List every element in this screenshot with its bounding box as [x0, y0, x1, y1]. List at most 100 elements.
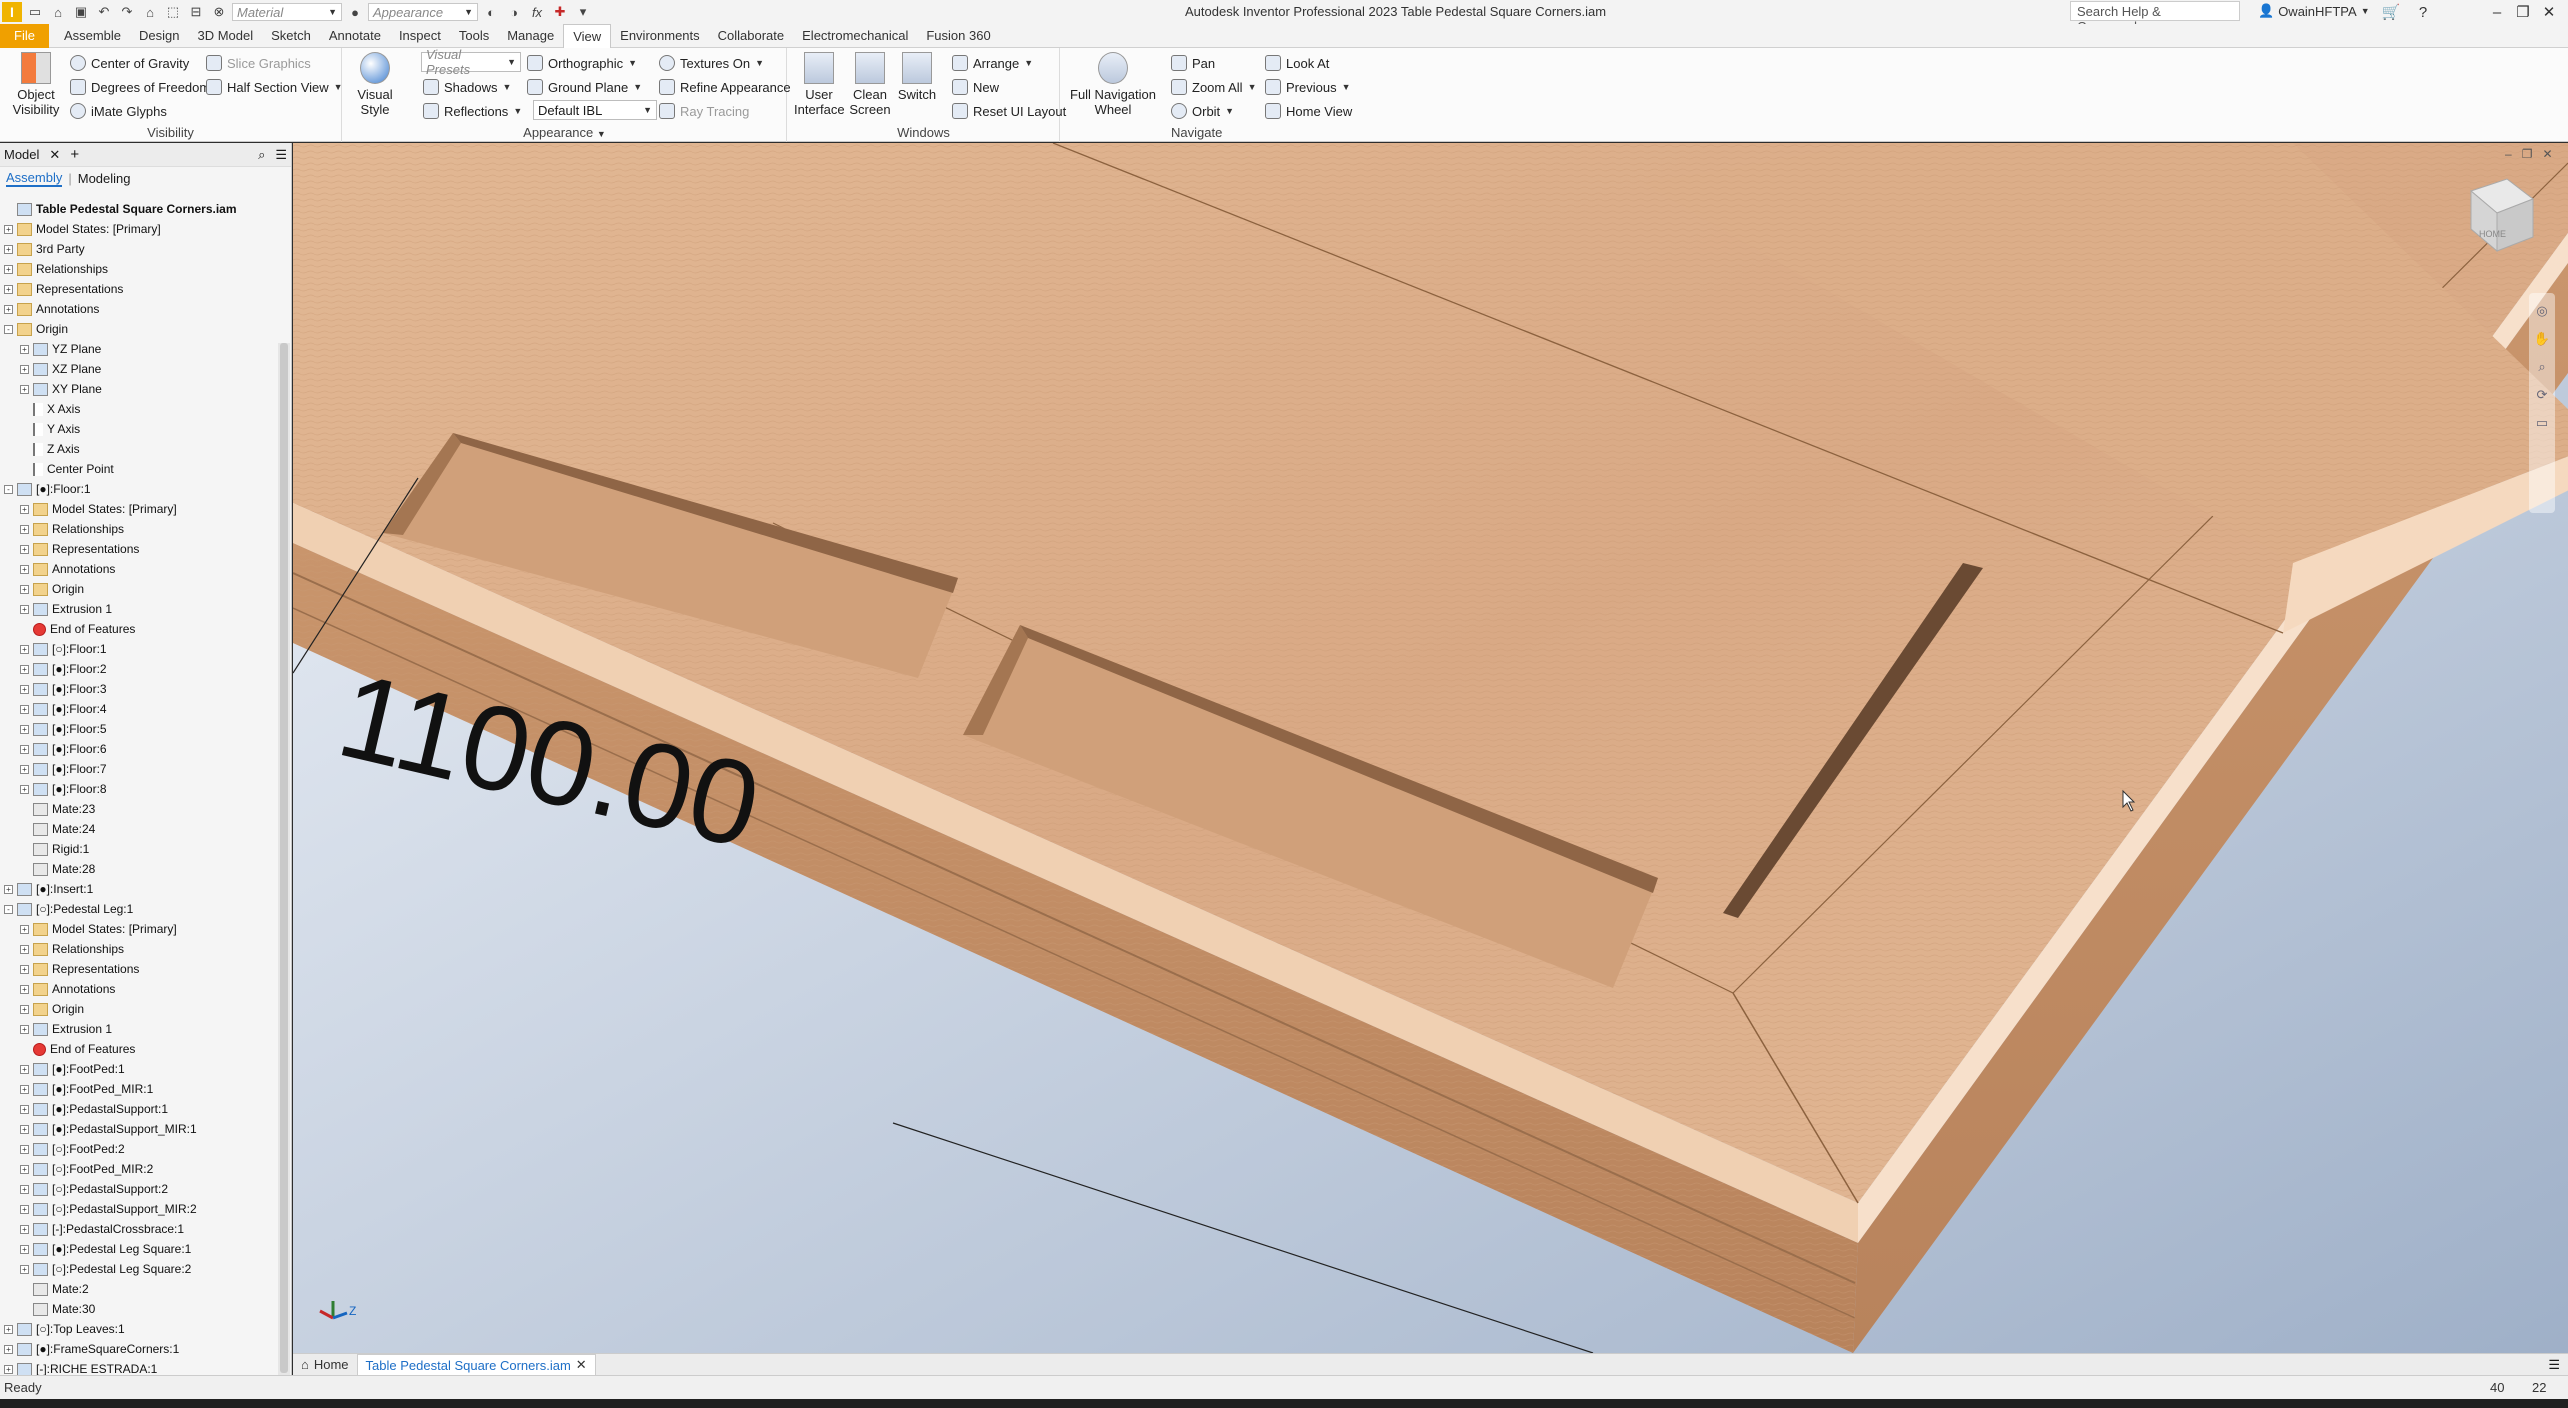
tree-node[interactable]: + Extrusion 1	[0, 1019, 276, 1039]
tab-tools[interactable]: Tools	[450, 24, 498, 48]
expand-icon[interactable]: +	[4, 284, 13, 294]
expand-icon[interactable]: +	[4, 244, 13, 254]
expand-icon[interactable]: +	[20, 984, 29, 994]
inventor-app-icon[interactable]: I	[2, 2, 22, 22]
tree-node[interactable]: Center Point	[0, 459, 276, 479]
tree-node[interactable]: + [-]:PedastalCrossbrace:1	[0, 1219, 276, 1239]
tree-node[interactable]: + [●]:Floor:4	[0, 699, 276, 719]
add-icon[interactable]: ✚	[550, 3, 570, 21]
help-icon[interactable]: ?	[2410, 0, 2436, 24]
tree-node[interactable]: + Representations	[0, 539, 276, 559]
redo-icon[interactable]: ↷	[117, 3, 137, 21]
tree-node[interactable]: + XZ Plane	[0, 359, 276, 379]
tab-sketch[interactable]: Sketch	[262, 24, 320, 48]
tree-node[interactable]: + [○]:PedastalSupport_MIR:2	[0, 1199, 276, 1219]
expand-icon[interactable]: +	[20, 724, 29, 734]
tree-node[interactable]: + [●]:FootPed:1	[0, 1059, 276, 1079]
expand-icon[interactable]: +	[20, 944, 29, 954]
expand-icon[interactable]: +	[20, 924, 29, 934]
expand-icon[interactable]: +	[20, 644, 29, 654]
switch-button[interactable]: Switch	[894, 52, 940, 102]
expand-icon[interactable]: +	[4, 224, 13, 234]
refine-appearance-button[interactable]: Refine Appearance	[659, 76, 791, 98]
tree-node[interactable]: Mate:28	[0, 859, 276, 879]
zoom-all-button[interactable]: Zoom All ▼	[1171, 76, 1257, 98]
tree-node[interactable]: Mate:2	[0, 1279, 276, 1299]
tree-node[interactable]: + [●]:Floor:3	[0, 679, 276, 699]
tree-node[interactable]: + [○]:Floor:1	[0, 639, 276, 659]
tab-electromechanical[interactable]: Electromechanical	[793, 24, 917, 48]
tree-node[interactable]: + Origin	[0, 579, 276, 599]
tree-node[interactable]: - Origin	[0, 319, 276, 339]
tree-node[interactable]: Table Pedestal Square Corners.iam	[0, 199, 276, 219]
tree-node[interactable]: + [○]:FootPed:2	[0, 1139, 276, 1159]
expand-icon[interactable]: +	[20, 664, 29, 674]
measure-icon[interactable]: ⊟	[186, 3, 206, 21]
tree-node[interactable]: Y Axis	[0, 419, 276, 439]
default-ibl-select[interactable]: Default IBL ▼	[533, 100, 657, 120]
expand-icon[interactable]: +	[20, 1084, 29, 1094]
tree-node[interactable]: + Annotations	[0, 299, 276, 319]
tab-assemble[interactable]: Assemble	[55, 24, 130, 48]
tree-node[interactable]: +3rd Party	[0, 239, 276, 259]
expand-icon[interactable]: +	[20, 964, 29, 974]
open-folder-icon[interactable]: ⌂	[48, 3, 68, 21]
tree-node[interactable]: Rigid:1	[0, 839, 276, 859]
tree-node[interactable]: + Relationships	[0, 939, 276, 959]
home-icon[interactable]: ⌂	[140, 3, 160, 21]
viewport-restore-icon[interactable]: ❐	[2522, 147, 2533, 161]
tree-node[interactable]: Z Axis	[0, 439, 276, 459]
expand-icon[interactable]: +	[20, 544, 29, 554]
tree-node[interactable]: + [●]:Insert:1	[0, 879, 276, 899]
expand-icon[interactable]: +	[20, 564, 29, 574]
tree-node[interactable]: + Relationships	[0, 519, 276, 539]
select-icon[interactable]: ⬚	[163, 3, 183, 21]
adjust-icon[interactable]: ◐	[481, 3, 501, 21]
tree-node[interactable]: + [●]:Floor:6	[0, 739, 276, 759]
tree-node[interactable]: + [●]:Floor:7	[0, 759, 276, 779]
viewport-minimize-icon[interactable]: –	[2505, 147, 2512, 161]
tree-node[interactable]: + YZ Plane	[0, 339, 276, 359]
tree-node[interactable]: + Annotations	[0, 559, 276, 579]
nav-orbit-icon[interactable]: ⟳	[2537, 387, 2548, 403]
nav-pan-icon[interactable]: ✋	[2534, 331, 2550, 347]
tab-assembly[interactable]: Assembly	[6, 170, 63, 187]
expand-icon[interactable]: +	[20, 524, 29, 534]
cart-icon[interactable]: 🛒	[2378, 0, 2404, 24]
reflections-button[interactable]: Reflections ▼	[423, 100, 522, 122]
expand-icon[interactable]: +	[20, 1244, 29, 1254]
tree-node[interactable]: + Model States: [Primary]	[0, 919, 276, 939]
expand-icon[interactable]: +	[4, 1324, 13, 1334]
tree-node[interactable]: + [●]:Floor:8	[0, 779, 276, 799]
expand-icon[interactable]: +	[20, 704, 29, 714]
material-select[interactable]: Material ▼	[232, 3, 342, 21]
document-tab-close-icon[interactable]: ✕	[576, 1357, 587, 1373]
expand-icon[interactable]: +	[20, 1064, 29, 1074]
tab-file[interactable]: File	[0, 23, 49, 48]
tree-node[interactable]: + Origin	[0, 999, 276, 1019]
collapse-icon[interactable]: -	[4, 904, 13, 914]
close-window-button[interactable]: ✕	[2536, 0, 2562, 24]
expand-icon[interactable]: +	[20, 384, 29, 394]
new-window-button[interactable]: New	[952, 76, 999, 98]
imate-glyphs-button[interactable]: iMate Glyphs	[70, 100, 167, 122]
appearance-select[interactable]: Appearance ▼	[368, 3, 478, 21]
nav-wheel-icon[interactable]: ◎	[2536, 303, 2547, 319]
tab-view[interactable]: View	[563, 23, 612, 48]
expand-icon[interactable]: +	[4, 884, 13, 894]
save-icon[interactable]: ▣	[71, 3, 91, 21]
tree-node[interactable]: + [●]:PedastalSupport:1	[0, 1099, 276, 1119]
tab-design[interactable]: Design	[130, 24, 188, 48]
expand-icon[interactable]: +	[20, 1004, 29, 1014]
fx-icon[interactable]: fx	[527, 3, 547, 21]
user-interface-button[interactable]: User Interface	[794, 52, 845, 117]
half-section-view-button[interactable]: Half Section View ▼	[206, 76, 343, 98]
expand-icon[interactable]: +	[20, 504, 29, 514]
tree-node[interactable]: End of Features	[0, 1039, 276, 1059]
visual-presets-select[interactable]: Visual Presets ▼	[421, 47, 521, 77]
tree-node[interactable]: + Model States: [Primary]	[0, 219, 276, 239]
pan-button[interactable]: Pan	[1171, 52, 1215, 74]
tab-3d-model[interactable]: 3D Model	[189, 24, 263, 48]
graphics-viewport[interactable]: 1100.00 HOME Z – ❐ ✕ ◎ ✋ ⌕ ⟳ ▭	[293, 143, 2568, 1353]
look-at-button[interactable]: Look At	[1265, 52, 1329, 74]
